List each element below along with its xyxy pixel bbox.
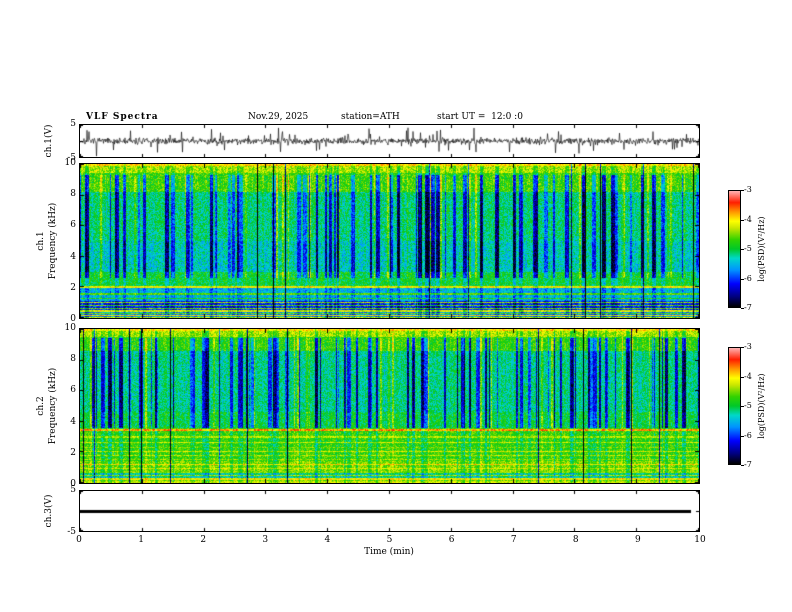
colorbar-tick xyxy=(741,406,744,407)
colorbar-tick xyxy=(741,436,744,437)
ch2-frequency-axis-label: Frequency (kHz) xyxy=(48,367,58,445)
ch1-waveform-panel xyxy=(79,124,700,158)
plot-date: Nov.29, 2025 xyxy=(248,112,309,122)
frequency-tick-label: 8 xyxy=(70,189,76,200)
frequency-tick-label: 4 xyxy=(70,416,76,427)
ch1-spectrogram-panel xyxy=(79,163,700,319)
vlf-spectra-figure: VLF Spectra Nov.29, 2025 station=ATH sta… xyxy=(0,0,792,612)
ch1-frequency-axis-label: Frequency (kHz) xyxy=(48,202,58,280)
x-tick-label: 1 xyxy=(138,535,144,545)
x-tick-label: 9 xyxy=(635,535,641,545)
x-tick-label: 7 xyxy=(510,535,517,545)
colorbar-tick-label: -4 xyxy=(744,214,752,224)
colorbar-tick xyxy=(741,190,744,191)
x-axis-label: Time (min) xyxy=(364,547,414,557)
ch1-spectrogram-canvas xyxy=(80,164,699,318)
ch3-voltage-axis-label: ch.3(V) xyxy=(44,494,54,528)
colorbar-ch2-label: log(PSD)(V²/Hz) xyxy=(757,373,766,439)
frequency-tick-label: 4 xyxy=(70,251,76,262)
colorbar-tick-label: -5 xyxy=(744,401,752,410)
voltage-tick-label: 5 xyxy=(70,119,76,129)
voltage-tick-label: -5 xyxy=(67,153,76,163)
x-tick-label: 4 xyxy=(324,535,331,545)
colorbar-tick-label: -4 xyxy=(744,371,752,381)
colorbar-tick xyxy=(741,220,744,221)
frequency-tick-label: 8 xyxy=(70,354,76,365)
ch2-spectrogram-canvas xyxy=(80,329,699,483)
colorbar-tick xyxy=(741,377,744,378)
x-tick-label: 10 xyxy=(694,535,706,545)
ch2-spectrogram-panel xyxy=(79,328,700,484)
ch1-spectrogram-channel-label: ch.1 xyxy=(36,231,46,251)
x-tick-label: 5 xyxy=(386,535,393,545)
voltage-tick-label: -5 xyxy=(67,527,76,537)
colorbar-tick-label: -3 xyxy=(744,342,752,351)
x-tick-label: 8 xyxy=(572,535,579,545)
ch3-waveform-panel xyxy=(79,490,700,532)
colorbar-tick-label: -7 xyxy=(744,460,752,469)
plot-start-ut: start UT = 12:0 :0 xyxy=(437,112,523,122)
colorbar-tick xyxy=(741,465,744,466)
plot-title: VLF Spectra xyxy=(86,112,159,122)
colorbar-tick xyxy=(741,347,744,348)
colorbar-tick xyxy=(741,308,744,309)
ch3-waveform-canvas xyxy=(80,491,699,531)
ch2-spectrogram-channel-label: ch.2 xyxy=(36,396,46,416)
frequency-tick-label: 6 xyxy=(70,385,76,396)
frequency-tick-label: 10 xyxy=(64,323,76,333)
colorbar-ch1 xyxy=(728,190,741,308)
colorbar-ch2 xyxy=(728,347,741,465)
ch1-waveform-canvas xyxy=(80,125,699,157)
colorbar-tick-label: -6 xyxy=(744,273,752,283)
colorbar-tick-label: -3 xyxy=(744,185,752,194)
voltage-tick-label: 5 xyxy=(70,485,76,495)
colorbar-tick xyxy=(741,279,744,280)
colorbar-tick-label: -5 xyxy=(744,244,752,253)
colorbar-tick-label: -7 xyxy=(744,303,752,312)
frequency-tick-label: 6 xyxy=(70,220,76,231)
plot-station: station=ATH xyxy=(341,112,400,122)
x-tick-label: 2 xyxy=(200,535,207,545)
colorbar-tick xyxy=(741,249,744,250)
frequency-tick-label: 2 xyxy=(70,447,76,458)
colorbar-ch1-label: log(PSD)(V²/Hz) xyxy=(757,216,766,282)
x-tick-label: 6 xyxy=(448,535,455,545)
frequency-tick-label: 2 xyxy=(70,282,76,293)
x-tick-label: 3 xyxy=(262,535,269,545)
colorbar-tick-label: -6 xyxy=(744,430,752,440)
